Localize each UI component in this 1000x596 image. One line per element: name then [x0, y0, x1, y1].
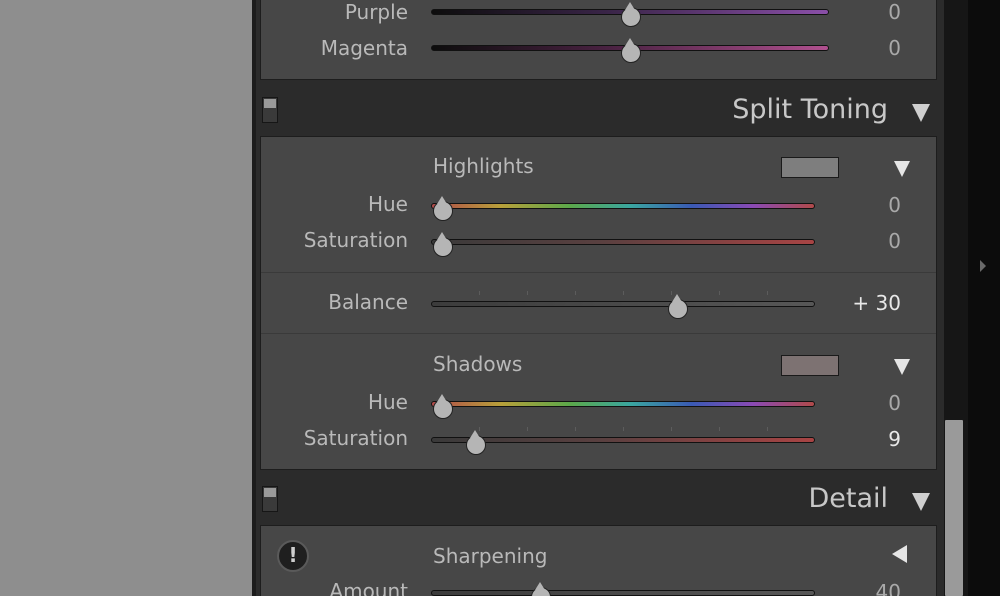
amount-slider-track[interactable] — [431, 590, 815, 596]
detail-collapse-icon[interactable] — [912, 493, 930, 511]
right-panel-strip — [968, 0, 1000, 596]
right-panel-toggle-icon[interactable] — [980, 260, 986, 272]
hsl-section-tail: Purple 0 Magenta 0 — [260, 0, 937, 80]
highlights-label: Highlights — [433, 154, 534, 178]
detail-switch-icon[interactable] — [262, 486, 278, 512]
split-toning-header[interactable]: Split Toning — [256, 84, 944, 134]
detail-section: ! Sharpening Amount 40 — [260, 525, 937, 596]
highlights-triangle-down-icon[interactable] — [894, 161, 910, 177]
shadows-saturation-slider-thumb[interactable] — [465, 430, 486, 455]
highlights-hue-slider-thumb[interactable] — [432, 196, 453, 221]
exclamation-circle-icon[interactable]: ! — [277, 540, 309, 572]
shadows-hue-slider-thumb[interactable] — [432, 394, 453, 419]
divider — [261, 272, 936, 273]
amount-slider-thumb[interactable] — [530, 582, 551, 596]
highlights-color-swatch[interactable] — [781, 157, 839, 178]
amount-label: Amount — [329, 579, 408, 596]
highlights-saturation-slider-thumb[interactable] — [432, 232, 453, 257]
shadows-hue-slider-track[interactable] — [431, 401, 815, 407]
shadows-label: Shadows — [433, 352, 523, 376]
highlights-saturation-label: Saturation — [303, 228, 408, 252]
image-canvas — [0, 0, 252, 596]
shadows-hue-value[interactable]: 0 — [888, 391, 901, 415]
balance-value[interactable]: + 30 — [852, 291, 901, 315]
shadows-triangle-down-icon[interactable] — [894, 359, 910, 375]
split-toning-switch-icon[interactable] — [262, 97, 278, 123]
panel-scrollbar-thumb[interactable] — [945, 420, 963, 596]
purple-value[interactable]: 0 — [888, 0, 901, 24]
detail-title[interactable]: Detail — [808, 483, 888, 514]
split-toning-title[interactable]: Split Toning — [732, 94, 888, 125]
balance-slider-track[interactable] — [431, 301, 815, 307]
highlights-saturation-slider-track[interactable] — [431, 239, 815, 245]
shadows-saturation-slider-track[interactable] — [431, 437, 815, 443]
shadows-hue-label: Hue — [367, 390, 408, 414]
purple-label: Purple — [344, 0, 408, 24]
highlights-hue-label: Hue — [367, 192, 408, 216]
balance-ticks — [431, 291, 815, 295]
highlights-saturation-value[interactable]: 0 — [888, 229, 901, 253]
highlights-hue-value[interactable]: 0 — [888, 193, 901, 217]
balance-slider-thumb[interactable] — [667, 294, 688, 319]
magenta-label: Magenta — [320, 36, 408, 60]
split-toning-collapse-icon[interactable] — [912, 104, 930, 122]
purple-slider-thumb[interactable] — [620, 2, 641, 27]
highlights-hue-slider-track[interactable] — [431, 203, 815, 209]
develop-panel: Purple 0 Magenta 0 Split Toning Highligh… — [256, 0, 944, 596]
magenta-value[interactable]: 0 — [888, 36, 901, 60]
sharpening-triangle-left-icon[interactable] — [892, 545, 907, 563]
shadows-color-swatch[interactable] — [781, 355, 839, 376]
balance-label: Balance — [328, 290, 408, 314]
split-toning-section: Highlights Hue 0 Saturation 0 Balance + … — [260, 136, 937, 470]
shadows-saturation-label: Saturation — [303, 426, 408, 450]
amount-value[interactable]: 40 — [876, 580, 901, 596]
divider — [261, 333, 936, 334]
magenta-slider-thumb[interactable] — [620, 38, 641, 63]
shadows-saturation-value[interactable]: 9 — [888, 427, 901, 451]
sharpening-label: Sharpening — [433, 544, 548, 568]
detail-header[interactable]: Detail — [256, 473, 944, 523]
shadows-saturation-ticks — [431, 427, 815, 431]
